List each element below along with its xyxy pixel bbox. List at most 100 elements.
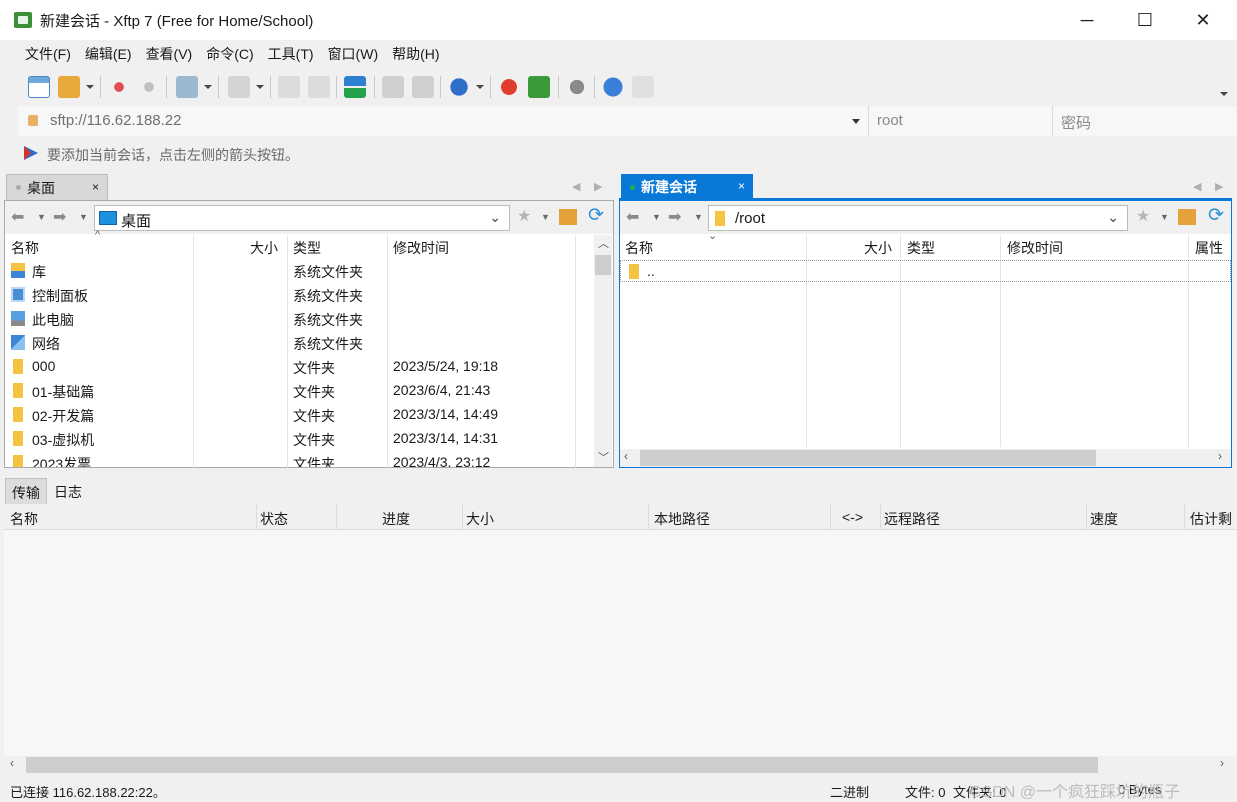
local-row[interactable]: 02-开发篇 文件夹 2023/3/14, 14:49 [5,403,613,427]
column-type[interactable]: 类型 [293,238,321,258]
scroll-up-icon[interactable]: ︿ [598,235,609,251]
forward-dropdown-icon[interactable]: ▼ [694,212,703,222]
remote-horizontal-scrollbar[interactable]: ‹ › [620,449,1231,467]
column-speed[interactable]: 速度 [1090,509,1118,529]
local-row[interactable]: 01-基础篇 文件夹 2023/6/4, 21:43 [5,379,613,403]
home-icon[interactable] [559,209,577,225]
address-dropdown-icon[interactable] [852,119,860,124]
tab-remote-session[interactable]: 新建会话 × [621,174,753,200]
bookmark-dropdown-icon[interactable]: ▼ [541,212,550,222]
column-modified[interactable]: 修改时间 [1007,238,1063,258]
copy-icon[interactable] [278,76,300,98]
refresh-icon[interactable]: ⟳ [588,204,604,227]
xftp-icon[interactable] [528,76,550,98]
local-row[interactable]: 控制面板 系统文件夹 [5,283,613,307]
local-row[interactable]: 03-虚拟机 文件夹 2023/3/14, 14:31 [5,427,613,451]
address-bar[interactable]: sftp://116.62.188.22 root 密码 [18,106,1237,136]
menu-command[interactable]: 命令(C) [199,44,260,64]
column-attributes[interactable]: 属性 [1195,238,1223,258]
column-eta[interactable]: 估计剩 [1190,509,1232,529]
open-dropdown-arrow[interactable] [86,85,94,89]
download-icon[interactable] [412,76,434,98]
forward-arrow-icon[interactable]: ➡ [53,207,66,227]
tab-close-icon[interactable]: × [738,179,745,193]
menu-tools[interactable]: 工具(T) [261,44,321,64]
scroll-thumb[interactable] [26,757,1098,773]
tab-close-icon[interactable]: × [92,180,99,194]
local-row[interactable]: 网络 系统文件夹 [5,331,613,355]
scroll-down-icon[interactable]: ﹀ [598,449,609,465]
gear-icon[interactable] [566,76,588,98]
column-local-path[interactable]: 本地路径 [654,509,710,529]
bookmark-star-icon[interactable]: ★ [1136,206,1150,226]
back-dropdown-icon[interactable]: ▼ [652,212,661,222]
address-url[interactable]: sftp://116.62.188.22 [50,112,182,129]
scroll-left-icon[interactable]: ‹ [10,756,14,770]
transfer-horizontal-scrollbar[interactable]: ‹ › [4,756,1237,774]
column-name[interactable]: 名称 [10,509,38,529]
local-row[interactable]: 000 文件夹 2023/5/24, 19:18 [5,355,613,379]
menu-window[interactable]: 窗口(W) [321,44,386,64]
column-name[interactable]: 名称 [625,238,653,258]
open-folder-icon[interactable] [58,76,80,98]
column-remote-path[interactable]: 远程路径 [884,509,940,529]
terminal-dropdown-arrow[interactable] [256,85,264,89]
tab-prev-icon[interactable]: ◀ [572,180,580,193]
encoding-dropdown-arrow[interactable] [476,85,484,89]
tab-local-desktop[interactable]: 桌面 × [6,174,108,200]
upload-icon[interactable] [382,76,404,98]
column-direction[interactable]: <-> [842,509,863,525]
close-button[interactable]: ✕ [1174,0,1232,40]
remote-path-box[interactable]: /root ⌄ [708,205,1128,231]
sync-transfer-icon[interactable] [344,76,366,98]
chat-icon[interactable] [632,76,654,98]
password-field[interactable]: 密码 [1052,106,1237,136]
forward-dropdown-icon[interactable]: ▼ [79,212,88,222]
scroll-right-icon[interactable]: › [1220,756,1224,770]
forward-arrow-icon[interactable]: ➡ [668,207,681,227]
settings-dropdown-arrow[interactable] [204,85,212,89]
back-arrow-icon[interactable]: ⬅ [11,207,24,227]
menu-edit[interactable]: 编辑(E) [78,44,139,64]
tab-log[interactable]: 日志 [48,478,88,504]
column-status[interactable]: 状态 [260,509,288,529]
xshell-icon[interactable] [498,76,520,98]
local-row[interactable]: 库 系统文件夹 [5,259,613,283]
column-size[interactable]: 大小 [250,238,278,258]
session-settings-icon[interactable] [176,76,198,98]
new-session-icon[interactable] [28,76,50,98]
menu-file[interactable]: 文件(F) [18,44,78,64]
back-dropdown-icon[interactable]: ▼ [37,212,46,222]
scroll-thumb[interactable] [595,255,611,275]
tab-next-icon[interactable]: ▶ [1215,180,1223,193]
local-row[interactable]: 此电脑 系统文件夹 [5,307,613,331]
tab-prev-icon[interactable]: ◀ [1193,180,1201,193]
column-size[interactable]: 大小 [466,509,494,529]
tab-transfers[interactable]: 传输 [5,478,47,504]
column-size[interactable]: 大小 [864,238,892,258]
disconnect-icon[interactable] [138,76,160,98]
minimize-button[interactable]: ─ [1058,0,1116,40]
back-arrow-icon[interactable]: ⬅ [626,207,639,227]
local-path-box[interactable]: 桌面 ⌄ [94,205,510,231]
paste-icon[interactable] [308,76,330,98]
toolbar-overflow-arrow[interactable] [1220,92,1228,96]
column-type[interactable]: 类型 [907,238,935,258]
chevron-down-icon[interactable]: ⌄ [1107,209,1119,226]
tab-next-icon[interactable]: ▶ [594,180,602,193]
column-modified[interactable]: 修改时间 [393,238,449,258]
connect-icon[interactable] [108,76,130,98]
home-icon[interactable] [1178,209,1196,225]
scroll-left-icon[interactable]: ‹ [624,449,628,463]
column-name[interactable]: 名称 [11,238,39,258]
bookmark-star-icon[interactable]: ★ [517,206,531,226]
username-field[interactable]: root [868,106,1052,136]
help-icon[interactable] [602,76,624,98]
menu-view[interactable]: 查看(V) [139,44,200,64]
menu-help[interactable]: 帮助(H) [385,44,446,64]
scroll-right-icon[interactable]: › [1218,449,1222,463]
local-row[interactable]: 2023发票 文件夹 2023/4/3, 23:12 [5,451,593,467]
add-session-arrow-icon[interactable] [24,146,38,160]
refresh-icon[interactable]: ⟳ [1208,204,1224,227]
terminal-icon[interactable] [228,76,250,98]
